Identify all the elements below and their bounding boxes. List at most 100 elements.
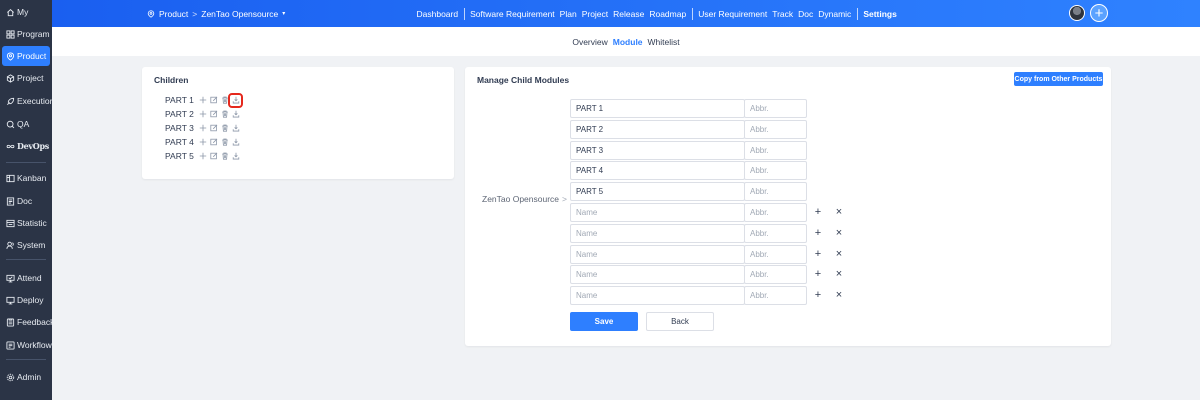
sidebar-item-label: QA: [17, 119, 30, 129]
avatar[interactable]: [1069, 5, 1085, 21]
sidebar-item-feedback[interactable]: Feedback: [2, 312, 52, 332]
sidebar-item-program[interactable]: Program: [2, 24, 52, 44]
nav-release[interactable]: Release: [611, 9, 647, 19]
remove-row-button[interactable]: ×: [834, 268, 844, 280]
module-abbr-field[interactable]: Abbr.: [744, 245, 807, 264]
module-name-field[interactable]: PART 4: [570, 161, 745, 180]
new-module-name-field[interactable]: Name: [570, 265, 745, 284]
save-button[interactable]: Save: [570, 312, 638, 331]
add-row-button[interactable]: +: [813, 248, 823, 260]
tree-item-name[interactable]: PART 1: [165, 95, 196, 105]
tab-overview[interactable]: Overview: [572, 37, 607, 47]
tab-whitelist[interactable]: Whitelist: [648, 37, 680, 47]
new-module-name-field[interactable]: Name: [570, 286, 745, 305]
nav-user-requirement[interactable]: User Requirement: [696, 9, 770, 19]
remove-row-button[interactable]: ×: [834, 248, 844, 260]
tree-item-name[interactable]: PART 3: [165, 123, 196, 133]
nav-software-requirement[interactable]: Software Requirement: [468, 9, 558, 19]
copy-from-other-products-button[interactable]: Copy from Other Products: [1014, 72, 1103, 86]
edit-icon[interactable]: [209, 152, 218, 161]
edit-icon[interactable]: [209, 138, 218, 147]
add-child-icon[interactable]: [198, 138, 207, 147]
sort-icon[interactable]: [231, 138, 240, 147]
new-module-name-field[interactable]: Name: [570, 203, 745, 222]
sort-icon[interactable]: [228, 92, 243, 108]
sidebar-item-label: Product: [17, 51, 47, 61]
sidebar-item-workflow[interactable]: Workflow: [2, 335, 52, 355]
module-abbr-field[interactable]: Abbr.: [744, 224, 807, 243]
sidebar-item-system[interactable]: System: [2, 235, 52, 255]
sidebar-item-label: Statistic: [17, 218, 47, 228]
add-child-icon[interactable]: [198, 110, 207, 119]
module-name-field[interactable]: PART 3: [570, 141, 745, 160]
new-module-name-field[interactable]: Name: [570, 224, 745, 243]
sidebar-item-product[interactable]: Product: [2, 46, 50, 66]
add-row-button[interactable]: +: [813, 289, 823, 301]
sidebar-item-doc[interactable]: Doc: [2, 191, 52, 211]
add-child-icon[interactable]: [198, 96, 207, 105]
module-abbr-field[interactable]: Abbr.: [744, 182, 807, 201]
sidebar-item-deploy[interactable]: Deploy: [2, 290, 52, 310]
delete-icon[interactable]: [220, 110, 229, 119]
nav-settings[interactable]: Settings: [861, 9, 900, 19]
sidebar-item-devops[interactable]: DevOps: [2, 136, 52, 156]
sidebar-divider: [6, 162, 46, 163]
module-name-field[interactable]: PART 1: [570, 99, 745, 118]
delete-icon[interactable]: [220, 124, 229, 133]
module-abbr-field[interactable]: Abbr.: [744, 265, 807, 284]
sidebar-item-project[interactable]: Project: [2, 68, 52, 88]
module-abbr-field[interactable]: Abbr.: [744, 286, 807, 305]
remove-row-button[interactable]: ×: [834, 206, 844, 218]
sidebar-item-kanban[interactable]: Kanban: [2, 168, 52, 188]
module-abbr-field[interactable]: Abbr.: [744, 161, 807, 180]
tree-item-name[interactable]: PART 5: [165, 151, 196, 161]
remove-row-button[interactable]: ×: [834, 289, 844, 301]
tree-item-name[interactable]: PART 4: [165, 137, 196, 147]
sidebar-item-statistic[interactable]: Statistic: [2, 213, 52, 233]
sort-icon[interactable]: [231, 110, 240, 119]
delete-icon[interactable]: [220, 152, 229, 161]
sidebar-item-qa[interactable]: QA: [2, 114, 52, 134]
remove-row-button[interactable]: ×: [834, 227, 844, 239]
edit-icon[interactable]: [209, 124, 218, 133]
module-abbr-field[interactable]: Abbr.: [744, 203, 807, 222]
add-child-icon[interactable]: [198, 152, 207, 161]
add-row-button[interactable]: +: [813, 268, 823, 280]
sidebar-item-admin[interactable]: Admin: [2, 367, 52, 387]
edit-icon[interactable]: [209, 96, 218, 105]
breadcrumb-product[interactable]: Product: [159, 9, 188, 19]
new-module-name-field[interactable]: Name: [570, 245, 745, 264]
nav-plan[interactable]: Plan: [557, 9, 579, 19]
edit-icon[interactable]: [209, 110, 218, 119]
sidebar-item-label: Program: [17, 29, 50, 39]
add-row-button[interactable]: +: [813, 206, 823, 218]
sidebar-item-execution[interactable]: Execution: [2, 91, 52, 111]
nav-dynamic[interactable]: Dynamic: [816, 9, 854, 19]
sidebar-item-my[interactable]: My: [2, 2, 52, 22]
delete-icon[interactable]: [220, 138, 229, 147]
nav-project[interactable]: Project: [579, 9, 610, 19]
nav-roadmap[interactable]: Roadmap: [647, 9, 689, 19]
module-name-field[interactable]: PART 2: [570, 120, 745, 139]
add-child-icon[interactable]: [198, 124, 207, 133]
tab-module[interactable]: Module: [613, 37, 643, 47]
module-abbr-field[interactable]: Abbr.: [744, 141, 807, 160]
add-row-button[interactable]: +: [813, 227, 823, 239]
parent-module-label: ZenTao Opensource >: [482, 194, 567, 204]
delete-icon[interactable]: [220, 96, 229, 105]
sort-icon[interactable]: [231, 152, 240, 161]
sort-icon[interactable]: [231, 124, 240, 133]
chevron-down-icon[interactable]: ▾: [282, 10, 285, 17]
tree-item-name[interactable]: PART 2: [165, 109, 196, 119]
nav-track[interactable]: Track: [770, 9, 796, 19]
nav-doc[interactable]: Doc: [796, 9, 816, 19]
module-name-field[interactable]: PART 5: [570, 182, 745, 201]
sidebar-item-attend[interactable]: Attend: [2, 268, 52, 288]
module-abbr-field[interactable]: Abbr.: [744, 99, 807, 118]
module-abbr-field[interactable]: Abbr.: [744, 120, 807, 139]
breadcrumb-current-product[interactable]: ZenTao Opensource: [201, 9, 278, 19]
nav-dashboard[interactable]: Dashboard: [414, 9, 461, 19]
manage-child-modules-panel: Manage Child Modules Copy from Other Pro…: [465, 67, 1111, 346]
create-plus-button[interactable]: +: [1090, 4, 1108, 22]
back-button[interactable]: Back: [646, 312, 714, 331]
